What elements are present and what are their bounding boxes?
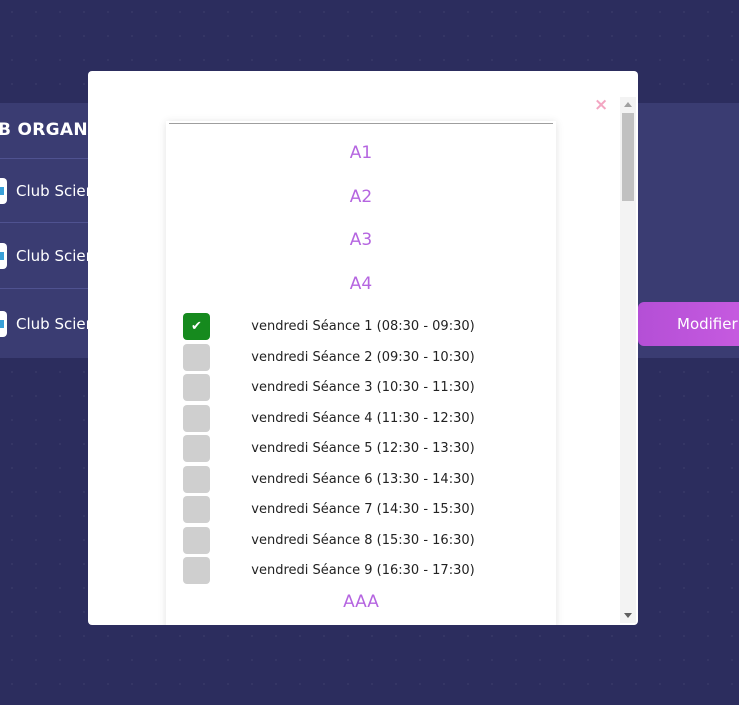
seance-row[interactable]: vendredi Séance 4 (11:30 - 12:30) xyxy=(166,405,556,432)
card-top-border xyxy=(169,123,553,124)
checkbox[interactable] xyxy=(183,496,210,523)
seance-label: vendredi Séance 3 (10:30 - 11:30) xyxy=(251,380,475,395)
seance-row[interactable]: vendredi Séance 9 (16:30 - 17:30) xyxy=(166,557,556,584)
checkbox[interactable] xyxy=(183,374,210,401)
checkmark-icon: ✔ xyxy=(191,319,202,334)
checkbox[interactable] xyxy=(183,344,210,371)
group-label-aaa[interactable]: AAA xyxy=(166,592,556,612)
group-label-a3[interactable]: A3 xyxy=(166,230,556,250)
seance-label: vendredi Séance 7 (14:30 - 15:30) xyxy=(251,502,475,517)
seance-label: vendredi Séance 5 (12:30 - 13:30) xyxy=(251,441,475,456)
seance-row[interactable]: vendredi Séance 6 (13:30 - 14:30) xyxy=(166,466,556,493)
seance-label: vendredi Séance 1 (08:30 - 09:30) xyxy=(251,319,475,334)
seance-row[interactable]: vendredi Séance 2 (09:30 - 10:30) xyxy=(166,344,556,371)
scroll-up-arrow-icon[interactable] xyxy=(624,102,632,107)
close-icon[interactable]: × xyxy=(594,97,608,114)
seance-row[interactable]: vendredi Séance 8 (15:30 - 16:30) xyxy=(166,527,556,554)
seance-label: vendredi Séance 6 (13:30 - 14:30) xyxy=(251,472,475,487)
checkbox[interactable] xyxy=(183,466,210,493)
seance-row[interactable]: vendredi Séance 1 (08:30 - 09:30) ✔ xyxy=(166,313,556,340)
panel-title: B ORGANI xyxy=(0,120,95,140)
club-name: Club Scien xyxy=(16,247,96,265)
seance-selection-modal: × A1 A2 A3 A4 vendredi Séance 1 (08:30 -… xyxy=(88,71,638,625)
club-logo-icon xyxy=(0,178,7,204)
modify-button[interactable]: Modifier xyxy=(638,302,739,346)
seance-label: vendredi Séance 2 (09:30 - 10:30) xyxy=(251,350,475,365)
club-row[interactable]: Club Scien xyxy=(0,178,95,204)
seance-label: vendredi Séance 8 (15:30 - 16:30) xyxy=(251,533,475,548)
club-logo-icon xyxy=(0,243,7,269)
club-row[interactable]: Club Scien xyxy=(0,311,95,337)
checkbox-checked[interactable]: ✔ xyxy=(183,313,210,340)
checkbox[interactable] xyxy=(183,527,210,554)
seance-label: vendredi Séance 4 (11:30 - 12:30) xyxy=(251,411,475,426)
group-label-a1[interactable]: A1 xyxy=(166,143,556,163)
seance-row[interactable]: vendredi Séance 5 (12:30 - 13:30) xyxy=(166,435,556,462)
checkbox[interactable] xyxy=(183,557,210,584)
group-label-a4[interactable]: A4 xyxy=(166,274,556,294)
seance-list-card: A1 A2 A3 A4 vendredi Séance 1 (08:30 - 0… xyxy=(166,121,556,625)
scroll-thumb[interactable] xyxy=(622,113,634,201)
seance-row[interactable]: vendredi Séance 3 (10:30 - 11:30) xyxy=(166,374,556,401)
club-name: Club Scien xyxy=(16,182,96,200)
seance-label: vendredi Séance 9 (16:30 - 17:30) xyxy=(251,563,475,578)
club-name: Club Scien xyxy=(16,315,96,333)
club-row[interactable]: Club Scien xyxy=(0,243,95,269)
checkbox[interactable] xyxy=(183,435,210,462)
seance-row[interactable]: vendredi Séance 7 (14:30 - 15:30) xyxy=(166,496,556,523)
divider xyxy=(0,158,100,159)
group-label-a2[interactable]: A2 xyxy=(166,187,556,207)
modal-scrollbar[interactable] xyxy=(620,97,636,623)
scroll-down-arrow-icon[interactable] xyxy=(624,613,632,618)
club-logo-icon xyxy=(0,311,7,337)
divider xyxy=(0,288,100,289)
divider xyxy=(0,222,100,223)
checkbox[interactable] xyxy=(183,405,210,432)
